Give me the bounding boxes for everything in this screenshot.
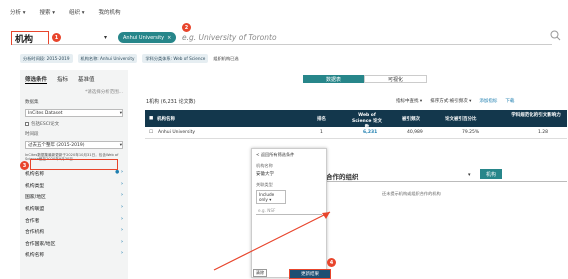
- annotation-arrow: [213, 211, 331, 271]
